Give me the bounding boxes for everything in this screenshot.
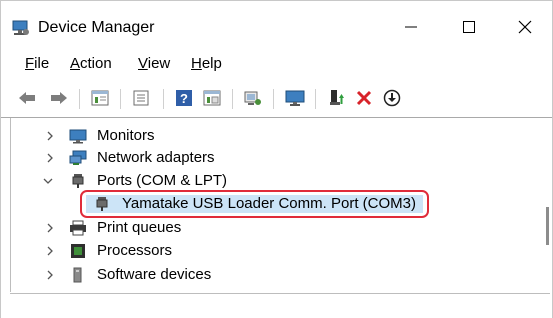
menu-action-accel: A: [70, 55, 81, 72]
processor-chip-icon: [71, 244, 85, 258]
tree-item-processors[interactable]: Processors: [11, 240, 531, 262]
toolbar-separator: [273, 89, 274, 109]
forward-arrow-icon: [51, 92, 67, 104]
toolbar-separator: [79, 89, 80, 109]
help-icon: ?: [176, 90, 192, 106]
tree-item-software-devices[interactable]: Software devices: [11, 264, 531, 286]
title-bar[interactable]: Device Manager: [1, 1, 552, 47]
menu-file-label: ile: [34, 55, 50, 72]
minimize-icon: [405, 26, 417, 28]
port-connector-icon: [72, 174, 84, 188]
chevron-right-icon[interactable]: [44, 152, 56, 164]
monitor-icon: [285, 90, 305, 106]
toolbar: ?: [1, 85, 552, 113]
device-manager-app-icon: [12, 20, 29, 35]
device-manager-window: Device Manager File Action View Help ? M…: [0, 0, 553, 318]
port-connector-icon: [96, 197, 108, 211]
printer-icon: [70, 220, 86, 236]
status-bar: [1, 294, 552, 318]
menu-help-label: elp: [201, 55, 222, 72]
close-window-button[interactable]: [498, 9, 552, 45]
menu-file-accel: F: [25, 55, 35, 72]
menu-action[interactable]: Action: [70, 54, 112, 74]
menu-help-accel: H: [191, 55, 202, 72]
chevron-right-icon[interactable]: [44, 130, 56, 142]
update-driver-icon: [330, 90, 344, 105]
menu-view-accel: V: [138, 55, 148, 72]
scan-hardware-button[interactable]: [242, 87, 264, 109]
minimize-button[interactable]: [384, 9, 438, 45]
menu-view-label: iew: [147, 55, 171, 72]
back-button[interactable]: [16, 87, 38, 109]
monitor-icon: [69, 129, 87, 144]
toolbar-separator: [315, 89, 316, 109]
chevron-right-icon[interactable]: [44, 269, 56, 281]
download-icon: [383, 89, 401, 107]
tree-item-print-queues[interactable]: Print queues: [11, 217, 531, 239]
svg-text:?: ?: [180, 91, 188, 106]
toolbar-separator: [232, 89, 233, 109]
chevron-right-icon[interactable]: [44, 222, 56, 234]
tree-item-label: Processors: [97, 242, 173, 259]
update-driver-button[interactable]: [325, 87, 347, 109]
chevron-down-icon[interactable]: [42, 175, 54, 187]
tree-item-label: Print queues: [97, 219, 182, 236]
tree-item-network-adapters[interactable]: Network adapters: [11, 147, 531, 169]
uninstall-button[interactable]: [353, 87, 375, 109]
download-button[interactable]: [381, 87, 403, 109]
menu-view[interactable]: View: [138, 54, 170, 74]
close-icon: [518, 20, 532, 34]
tree-item-label: Yamatake USB Loader Comm. Port (COM3): [122, 195, 416, 212]
menu-file[interactable]: File: [25, 54, 49, 74]
menu-help[interactable]: Help: [191, 54, 222, 74]
toolbar-separator: [120, 89, 121, 109]
chevron-right-icon[interactable]: [44, 245, 56, 257]
software-device-icon: [73, 267, 82, 283]
tree-item-ports[interactable]: Ports (COM & LPT): [11, 170, 531, 192]
properties-button[interactable]: [89, 87, 111, 109]
maximize-icon: [463, 21, 475, 33]
tree-item-label: Monitors: [97, 127, 155, 144]
menu-action-label: ction: [80, 55, 112, 72]
monitor-button[interactable]: [284, 87, 306, 109]
vertical-scrollbar-thumb[interactable]: [546, 207, 549, 245]
tree-item-label: Software devices: [97, 266, 212, 283]
network-adapter-icon: [69, 150, 87, 165]
properties-sheet-icon: [91, 90, 109, 106]
maximize-button[interactable]: [442, 9, 496, 45]
action-pane-button[interactable]: [201, 87, 223, 109]
window-title: Device Manager: [38, 19, 155, 36]
uninstall-icon: [356, 90, 372, 106]
device-list-button[interactable]: [130, 87, 152, 109]
scan-hardware-icon: [244, 91, 261, 105]
action-pane-icon: [203, 90, 221, 106]
tree-item-label: Network adapters: [97, 149, 215, 166]
forward-button[interactable]: [48, 87, 70, 109]
toolbar-separator: [163, 89, 164, 109]
help-button[interactable]: ?: [173, 87, 195, 109]
tree-item-label: Ports (COM & LPT): [97, 172, 228, 189]
menu-bar: File Action View Help: [1, 54, 552, 78]
tree-item-monitors[interactable]: Monitors: [11, 125, 531, 147]
tree-item-yamatake-usb-port[interactable]: Yamatake USB Loader Comm. Port (COM3): [80, 190, 429, 218]
back-arrow-icon: [19, 92, 35, 104]
device-list-icon: [133, 90, 149, 106]
